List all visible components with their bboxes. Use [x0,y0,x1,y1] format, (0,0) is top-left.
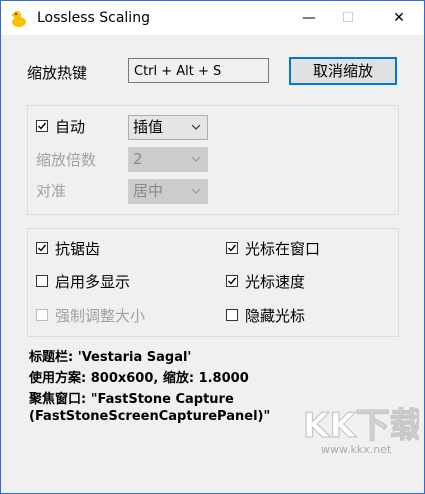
minimize-icon: — [302,10,316,26]
kk-watermark-logo: KK下载 www.kkx.net [302,405,419,456]
chevron-down-icon [191,188,201,194]
antialias-checkbox[interactable] [36,242,48,254]
cursor-speed-label: 光标速度 [245,273,306,291]
watermark-url: www.kkx.net [321,443,392,456]
auto-checkbox[interactable] [36,120,48,132]
checkmark-icon [38,122,47,130]
scale-factor-label: 缩放倍数 [36,151,97,169]
cursor-in-window-label: 光标在窗口 [245,240,321,258]
close-icon: ✕ [393,10,405,26]
cursor-in-window-checkbox[interactable] [226,242,238,254]
scale-factor-value: 2 [133,150,143,168]
hide-cursor-label: 隐藏光标 [245,307,306,325]
watermark-logo-text: KK下载 [303,406,419,446]
maximize-icon: ☐ [341,10,355,26]
alignment-label: 对准 [36,182,67,200]
cancel-scaling-button[interactable]: 取消缩放 [289,57,397,85]
maximize-button[interactable]: ☐ [325,1,371,35]
alignment-select: 居中 [128,179,208,204]
auto-label: 自动 [55,118,86,136]
info-focused-window: 聚焦窗口: "FastStone Capture [29,392,234,407]
alignment-value: 居中 [133,182,164,200]
force-resize-checkbox [36,309,48,321]
title-bar[interactable]: Lossless Scaling — ☐ ✕ [1,1,424,35]
chevron-down-icon [191,156,201,162]
rubber-duck-icon [11,11,26,27]
scaling-mode-value: 插值 [133,118,164,136]
multi-display-label: 启用多显示 [55,273,131,291]
cursor-speed-checkbox[interactable] [226,275,238,287]
checkmark-icon [228,244,237,252]
chevron-down-icon [191,124,201,130]
checkmark-icon [228,277,237,285]
multi-display-checkbox[interactable] [36,275,48,287]
hotkey-input[interactable]: Ctrl + Alt + S [128,58,269,83]
checkmark-icon [38,244,47,252]
hotkey-label: 缩放热键 [27,64,88,82]
info-profile: 使用方案: 800x600, 缩放: 1.8000 [29,371,249,386]
antialias-label: 抗锯齿 [55,240,101,258]
scaling-mode-select[interactable]: 插值 [128,115,208,140]
info-window-title: 标题栏: 'Vestaria Sagal' [29,350,192,365]
window-title: Lossless Scaling [37,10,150,26]
close-button[interactable]: ✕ [376,1,422,35]
app-window: Lossless Scaling — ☐ ✕ 缩放热键 Ctrl + Alt +… [0,0,425,494]
scale-factor-select: 2 [128,147,208,172]
hide-cursor-checkbox[interactable] [226,309,238,321]
info-focused-window-class: (FastStoneScreenCapturePanel)" [29,409,271,424]
force-resize-label: 强制调整大小 [55,307,146,325]
